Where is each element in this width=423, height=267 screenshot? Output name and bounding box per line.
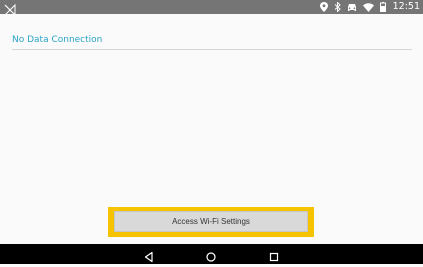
location-icon — [319, 2, 328, 12]
access-wifi-settings-button[interactable]: Access Wi-Fi Settings — [114, 211, 308, 232]
page-title: No Data Connection — [12, 35, 103, 45]
header-divider — [12, 49, 412, 50]
home-icon[interactable] — [205, 248, 217, 262]
status-bar: 12:51 — [0, 0, 423, 16]
back-icon[interactable] — [143, 248, 155, 263]
car-icon — [347, 3, 357, 12]
navigation-bar — [0, 244, 423, 264]
battery-icon — [379, 2, 386, 12]
status-icons: 12:51 — [319, 0, 420, 14]
bluetooth-icon — [334, 2, 341, 12]
no-signal-icon — [3, 1, 16, 16]
status-clock: 12:51 — [392, 1, 420, 12]
recent-apps-icon[interactable] — [268, 248, 280, 262]
wifi-icon — [362, 2, 374, 12]
